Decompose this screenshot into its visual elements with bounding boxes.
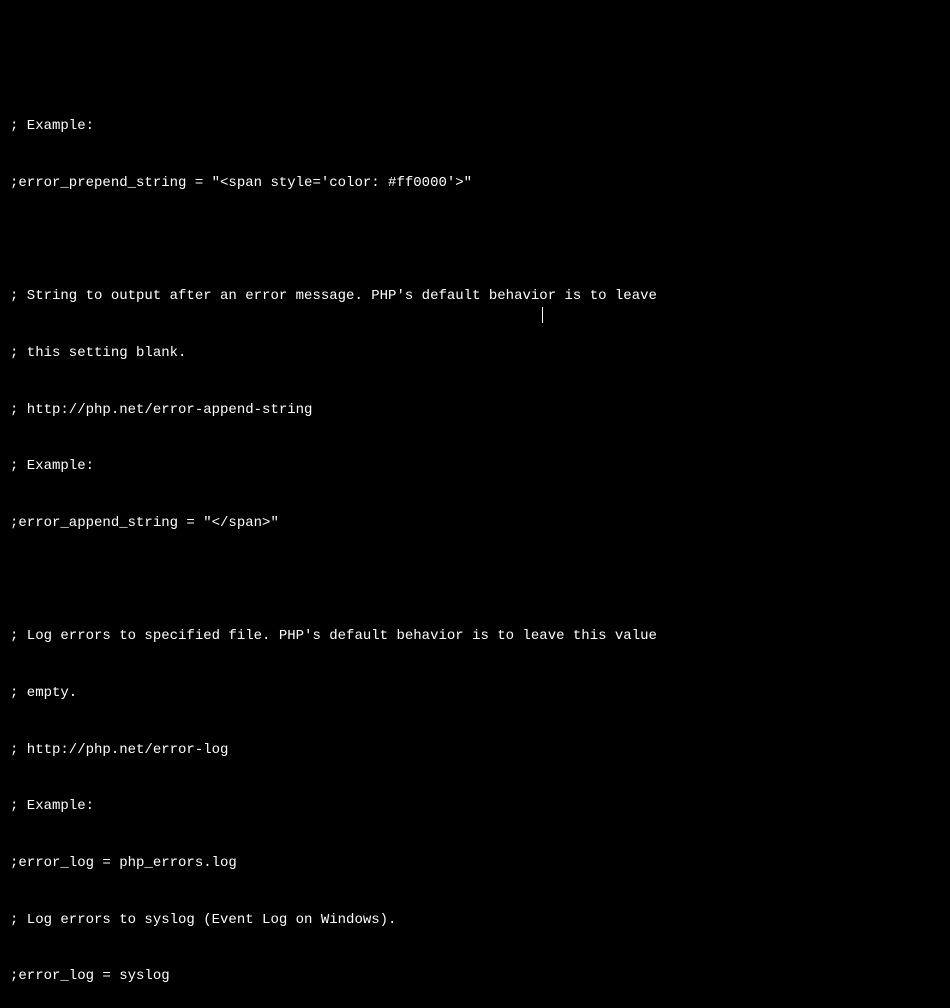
- config-line: ; this setting blank.: [10, 344, 940, 363]
- config-line: ; http://php.net/error-append-string: [10, 401, 940, 420]
- config-line: ; Log errors to specified file. PHP's de…: [10, 627, 940, 646]
- text-cursor-icon: [542, 307, 543, 323]
- config-line: ; Example:: [10, 797, 940, 816]
- config-line: [10, 231, 940, 250]
- config-line: ; http://php.net/error-log: [10, 741, 940, 760]
- config-line: ; String to output after an error messag…: [10, 287, 940, 306]
- config-line: [10, 571, 940, 590]
- config-line: ; Log errors to syslog (Event Log on Win…: [10, 911, 940, 930]
- config-line: ;error_prepend_string = "<span style='co…: [10, 174, 940, 193]
- terminal-editor[interactable]: ; Example: ;error_prepend_string = "<spa…: [10, 80, 940, 1008]
- config-line: ;error_log = php_errors.log: [10, 854, 940, 873]
- config-line: ; Example:: [10, 457, 940, 476]
- config-line: ; empty.: [10, 684, 940, 703]
- config-line: ;error_append_string = "</span>": [10, 514, 940, 533]
- config-line: ;error_log = syslog: [10, 967, 940, 986]
- config-line: ; Example:: [10, 117, 940, 136]
